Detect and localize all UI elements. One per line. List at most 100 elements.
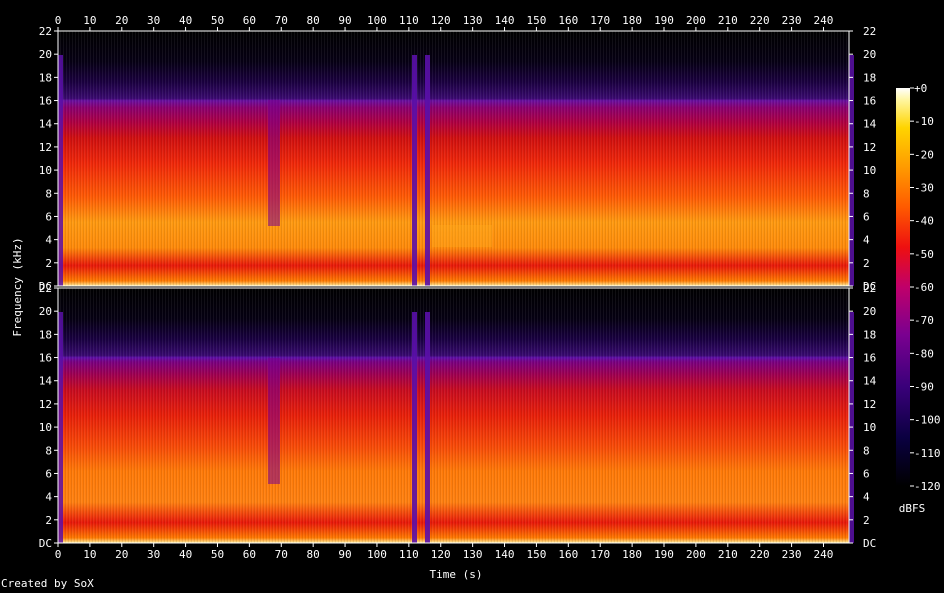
y-tick-label: 2: [863, 257, 870, 270]
x-tick-label: 50: [211, 14, 224, 27]
y-tick-label: 18: [39, 328, 52, 341]
y-tick-label: 10: [39, 421, 52, 434]
quiet-section: [58, 312, 63, 543]
x-tick-label: 230: [782, 548, 802, 561]
colorbar: +0 -10 -20 -30 -40 -50 -60 -70 -80 -90 -100 -110 -12…: [896, 82, 941, 515]
x-tick-label: 190: [654, 548, 674, 561]
y-tick-label: 20: [39, 48, 52, 61]
y-tick-label: 6: [863, 210, 870, 223]
x-tick-label: 220: [750, 548, 770, 561]
y-axis-label: Frequency (kHz): [11, 237, 24, 336]
x-tick-label: 90: [338, 548, 351, 561]
quiet-section: [412, 312, 417, 543]
quiet-section: [268, 100, 280, 226]
x-tick-label: 30: [147, 14, 160, 27]
x-axis-top: 0 10 20 30 40 50 60 70 80 90 100 110 120 130 140 150 160…: [55, 14, 834, 31]
y-tick-label: 22: [39, 25, 52, 38]
colorbar-tick-label: +0: [914, 82, 927, 95]
y-tick-label: 22: [863, 25, 876, 38]
y-tick-label: 8: [863, 187, 870, 200]
y-tick-label: 2: [45, 257, 52, 270]
x-tick-label: 130: [463, 14, 483, 27]
y-tick-label: DC: [39, 537, 52, 550]
y-tick-label: DC: [863, 537, 876, 550]
x-tick-label: 20: [115, 14, 128, 27]
y-tick-label: 6: [863, 467, 870, 480]
x-tick-label: 60: [243, 548, 256, 561]
colorbar-tick-label: -100: [914, 414, 941, 427]
y-tick-label: 12: [863, 398, 876, 411]
colorbar-tick-label: -60: [914, 281, 934, 294]
x-tick-label: 70: [275, 14, 288, 27]
spectrogram-lower-texture: [58, 288, 849, 543]
x-tick-label: 180: [622, 14, 642, 27]
x-tick-label: 80: [307, 14, 320, 27]
y-tick-label: 8: [45, 187, 52, 200]
y-tick-label: 12: [39, 141, 52, 154]
colorbar-gradient: [896, 88, 910, 486]
x-tick-label: 0: [55, 14, 62, 27]
x-tick-label: 60: [243, 14, 256, 27]
y-tick-label: 16: [39, 95, 52, 108]
x-tick-label: 150: [526, 548, 546, 561]
x-tick-label: 110: [399, 14, 419, 27]
x-tick-label: 120: [431, 14, 451, 27]
spectrogram-upper-texture: [58, 31, 849, 286]
y-tick-label: 14: [39, 118, 53, 131]
channel-lower-plot: [57, 287, 854, 544]
x-tick-label: 160: [558, 548, 578, 561]
x-tick-label: 230: [782, 14, 802, 27]
bright-band: [432, 225, 492, 247]
quiet-section: [425, 55, 430, 286]
y-tick-label: 8: [863, 444, 870, 457]
y-tick-label: 4: [863, 491, 870, 504]
y-tick-label: 10: [863, 164, 876, 177]
x-tick-label: 40: [179, 14, 192, 27]
colorbar-tick-label: -40: [914, 215, 934, 228]
y-tick-label: 8: [45, 444, 52, 457]
quiet-section: [268, 358, 280, 484]
y-tick-label: 22: [863, 282, 876, 295]
channel-upper-plot: [57, 30, 854, 287]
x-tick-label: 190: [654, 14, 674, 27]
y-tick-label: 2: [45, 514, 52, 527]
x-tick-label: 170: [590, 548, 610, 561]
x-tick-label: 240: [814, 548, 834, 561]
x-tick-label: 200: [686, 14, 706, 27]
x-tick-label: 130: [463, 548, 483, 561]
y-tick-label: 14: [39, 375, 53, 388]
creator-credit: Created by SoX: [1, 577, 94, 590]
x-axis-bottom: 0 10 20 30 40 50 60 70 80 90 100 110 120 130 140 150 160…: [55, 543, 834, 561]
x-tick-label: 210: [718, 14, 738, 27]
y-tick-label: 4: [45, 491, 52, 504]
x-tick-label: 100: [367, 14, 387, 27]
x-tick-label: 140: [495, 548, 515, 561]
colorbar-tick-label: -10: [914, 115, 934, 128]
y-tick-label: 12: [39, 398, 52, 411]
y-tick-label: 12: [863, 141, 876, 154]
x-tick-label: 20: [115, 548, 128, 561]
colorbar-tick-label: -70: [914, 314, 934, 327]
colorbar-tick-label: -20: [914, 148, 934, 161]
x-tick-label: 100: [367, 548, 387, 561]
y-tick-label: 14: [863, 375, 877, 388]
x-tick-label: 10: [83, 548, 96, 561]
colorbar-label: dBFS: [899, 502, 926, 515]
x-tick-label: 10: [83, 14, 96, 27]
x-tick-label: 240: [814, 14, 834, 27]
x-tick-label: 30: [147, 548, 160, 561]
x-tick-label: 110: [399, 548, 419, 561]
colorbar-tick-label: -90: [914, 381, 934, 394]
x-tick-label: 80: [307, 548, 320, 561]
y-tick-label: 20: [39, 305, 52, 318]
y-tick-label: 4: [45, 234, 52, 247]
y-tick-label: 16: [863, 95, 876, 108]
y-tick-label: 10: [863, 421, 876, 434]
x-tick-label: 150: [526, 14, 546, 27]
y-tick-label: 16: [863, 352, 876, 365]
x-tick-label: 70: [275, 548, 288, 561]
x-tick-label: 160: [558, 14, 578, 27]
y-tick-label: 22: [39, 282, 52, 295]
y-tick-label: 4: [863, 234, 870, 247]
x-tick-label: 50: [211, 548, 224, 561]
